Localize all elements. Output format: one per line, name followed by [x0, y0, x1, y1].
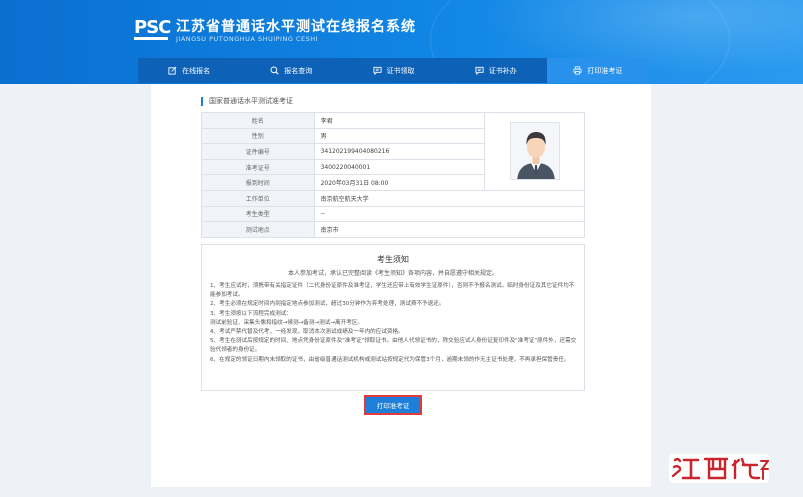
site-subtitle: JIANGSU PUTONGHUA SHUIPING CESHI: [176, 35, 319, 43]
nav-online-register[interactable]: 在线报名: [138, 58, 240, 83]
site-title: 江苏省普通话水平测试在线报名系统: [176, 19, 416, 35]
notice-line: 6、在规定的领证日期内未领取的证书，由省级普通话测试机构或测试站按规定代为保管3…: [210, 356, 570, 363]
printer-icon: [573, 66, 582, 75]
search-icon: [270, 66, 279, 75]
table-row: 考生类型 --: [201, 205, 586, 223]
message-icon: [372, 66, 382, 75]
nav-label: 打印准考证: [587, 66, 623, 75]
notice-line: 测试前验证、采集头像和指纹→候测→备测→测试→离开考区。: [210, 319, 363, 326]
type-label: 考生类型: [201, 205, 315, 223]
location-value: 南京市: [313, 221, 586, 238]
ticket-label: 准考证号: [201, 158, 315, 176]
avatar-icon: [510, 123, 559, 180]
nav-register-query[interactable]: 报名查询: [240, 58, 342, 83]
nav-certificate-reissue[interactable]: 证书补办: [445, 58, 547, 83]
ticket-value: 3400220040001: [313, 158, 486, 176]
section-title: 国家普通话水平测试准考证: [201, 97, 293, 106]
notice-title: 考生须知: [377, 255, 409, 264]
notice-line: 4、考试严禁代替及代考，一经发现，取消本次测试成绩及一年内的应试资格。: [210, 329, 404, 336]
id-label: 证件编号: [201, 143, 315, 160]
notice-line: 2、考生必须在规定时间内到指定地点参加测试，超过30分钟作为弃考处理，测试费不予…: [210, 301, 445, 308]
notice-line: 3、考生须按以下流程完成测试：: [210, 310, 292, 317]
nav-certificate-collect[interactable]: 证书领取: [342, 58, 444, 83]
time-label: 报到时间: [201, 174, 315, 191]
notice-line: 1、考生应试时，须携带有关指定证件（二代身份证原件及准考证，学生还应带上有效学生…: [210, 283, 575, 299]
print-ticket-button[interactable]: 打印准考证: [364, 395, 422, 415]
nav-label: 证书领取: [386, 66, 415, 75]
name-label: 姓名: [201, 112, 315, 129]
content-panel: 国家普通话水平测试准考证 姓名 李君 性别 男 证件编号 34120219940…: [151, 84, 651, 487]
id-value: 341202199404080216: [313, 143, 486, 160]
org-label: 工作单位: [201, 189, 315, 207]
nav-label: 报名查询: [284, 66, 313, 75]
location-label: 测试地点: [201, 221, 315, 238]
notice-body: 1、考生应试时，须携带有关指定证件（二代身份证原件及准考证，学生还应带上有效学生…: [210, 282, 578, 365]
type-value: --: [313, 205, 586, 223]
table-row: 姓名 李君: [201, 112, 585, 191]
photo-cell: [484, 112, 585, 191]
watermark-logo-icon: [669, 454, 770, 483]
candidate-photo: [509, 122, 560, 181]
notice-line: 5、考生在测试后按规定的时间、地点凭身份证原件及"准考证"领取证书。由他人代领证…: [210, 338, 577, 354]
nav-label: 在线报名: [182, 66, 211, 75]
table-row: 测试地点 南京市: [201, 221, 586, 238]
table-row: 工作单位 南京航空航天大学: [201, 189, 586, 207]
admission-ticket-table: 姓名 李君 性别 男 证件编号 341202199404080216 准考证号 …: [201, 112, 586, 238]
nav-label: 证书补办: [488, 66, 517, 75]
site-watermark-logo: [669, 451, 770, 485]
org-value: 南京航空航天大学: [313, 189, 586, 207]
logo-underline: [134, 37, 168, 40]
message-icon: [475, 66, 484, 75]
name-value: 李君: [313, 112, 486, 129]
time-value: 2020年03月31日 08:00: [313, 174, 486, 191]
candidate-notice: 考生须知 本人参加考试，承认已完整阅读《考生须知》各项内容，并自愿遵守相关规定。…: [201, 244, 585, 391]
notice-intro: 本人参加考试，承认已完整阅读《考生须知》各项内容，并自愿遵守相关规定。: [287, 270, 498, 277]
nav-print-ticket[interactable]: 打印准考证: [546, 58, 650, 83]
main-nav: 在线报名 报名查询 证书领取 证书补办 打印准考证: [138, 58, 650, 83]
gender-value: 男: [313, 127, 486, 145]
gender-label: 性别: [201, 127, 315, 145]
edit-icon: [168, 66, 177, 75]
